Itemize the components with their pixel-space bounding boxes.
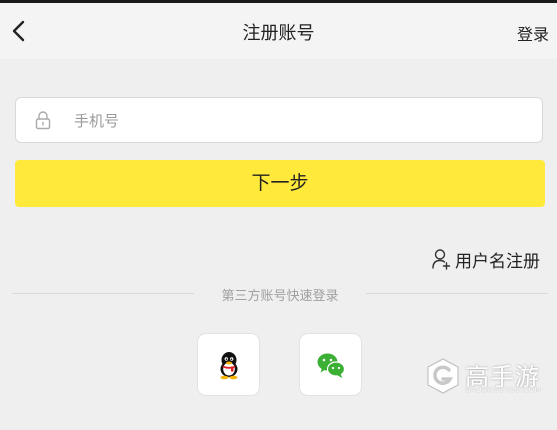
next-step-button[interactable]: 下一步 [15,160,545,207]
third-party-divider: 第三方账号快速登录 [12,285,548,304]
gaoshouyou-logo-icon [427,358,459,394]
gaoshouyou-watermark: 高手游 GAOSHOUYOU.COM [425,357,549,399]
qq-penguin-icon [220,352,238,380]
username-register-label: 用户名注册 [455,251,540,272]
login-link[interactable]: 登录 [517,21,549,45]
lock-icon [35,111,51,130]
wechat-icon [317,353,346,378]
username-register-link[interactable]: 用户名注册 [431,248,540,272]
phone-field[interactable] [15,97,543,143]
divider-line-right [366,293,548,294]
user-add-icon [432,249,451,270]
phone-input[interactable] [72,106,516,136]
nav-header: 注册账号 登录 [0,3,557,59]
wechat-login-button[interactable] [299,333,362,396]
page-title: 注册账号 [242,23,315,44]
third-party-label: 第三方账号快速登录 [221,289,339,304]
watermark-domain: GAOSHOUYOU.COM [465,386,542,394]
qq-login-button[interactable] [197,333,260,396]
